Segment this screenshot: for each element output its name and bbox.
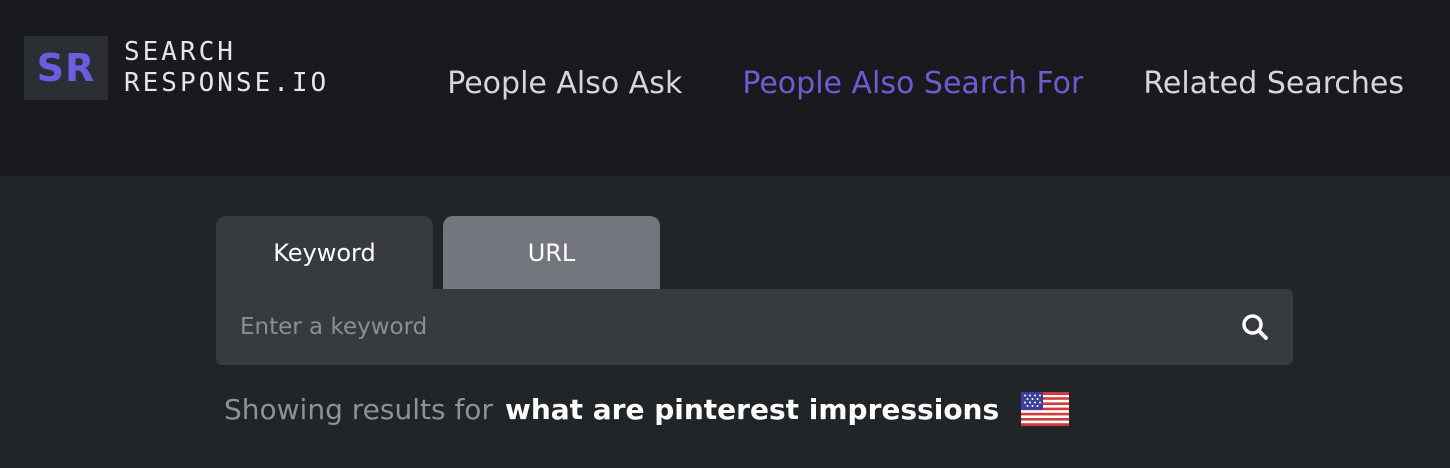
nav-people-also-search-for[interactable]: People Also Search For [742, 66, 1083, 101]
results-query: what are pinterest impressions [504, 392, 1000, 426]
search-input[interactable] [216, 289, 1217, 365]
search-icon [1242, 314, 1268, 340]
results-prefix: Showing results for [224, 392, 493, 426]
logo-mark: SR [24, 36, 108, 100]
nav-related-searches[interactable]: Related Searches [1143, 66, 1404, 101]
logo-line-2: RESPONSE.IO [124, 68, 330, 98]
logo[interactable]: SR SEARCH RESPONSE.IO [24, 36, 329, 100]
main-nav: People Also Ask People Also Search For R… [447, 66, 1404, 101]
search-mode-tabs: Keyword URL [216, 216, 660, 289]
logo-line-1: SEARCH [124, 37, 236, 67]
tab-url[interactable]: URL [443, 216, 660, 289]
results-summary: Showing results for what are pinterest i… [224, 392, 1070, 426]
tab-keyword[interactable]: Keyword [216, 216, 433, 289]
us-flag-icon [1021, 392, 1070, 426]
nav-people-also-ask[interactable]: People Also Ask [447, 66, 682, 101]
logo-text: SEARCH RESPONSE.IO [124, 37, 329, 99]
search-bar [216, 289, 1293, 365]
search-button[interactable] [1217, 289, 1293, 365]
site-header: SR SEARCH RESPONSE.IO People Also Ask Pe… [0, 0, 1450, 176]
